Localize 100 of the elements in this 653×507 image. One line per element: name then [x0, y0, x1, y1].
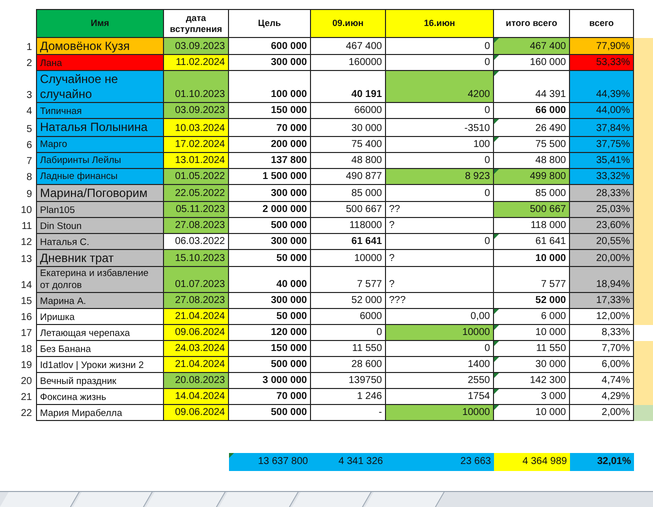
table-cell: 28,33%	[570, 184, 634, 202]
table-cell: 1400	[386, 357, 494, 374]
sheet-tab[interactable]	[218, 492, 299, 507]
table-cell: 600 000	[229, 38, 311, 56]
column-header: Имя	[36, 9, 164, 38]
table-cell: ?	[386, 218, 494, 234]
table-cell: 17.02.2024	[164, 136, 229, 153]
row-number: 13	[20, 253, 33, 268]
table-cell: Летающая черепаха	[36, 325, 164, 342]
row-number: 18	[20, 343, 33, 358]
table-cell: Лабиринты Лейлы	[36, 152, 164, 169]
table-cell: 75 400	[311, 136, 386, 153]
table-cell: 100 000	[229, 71, 311, 104]
table-cell: 01.07.2023	[164, 267, 229, 294]
table-cell: 70 000	[229, 389, 311, 406]
row-number: 7	[25, 154, 33, 169]
table-cell: 22.05.2022	[164, 184, 229, 202]
table-cell: 53,33%	[570, 55, 634, 72]
table-cell: 32,01%	[570, 453, 634, 472]
row-number: 8	[25, 170, 33, 185]
table-cell: 150 000	[229, 341, 311, 358]
table-cell: 3 000	[494, 389, 570, 406]
table-cell: Домовёнок Кузя	[36, 38, 164, 56]
table-cell: 23,60%	[570, 218, 634, 234]
sheet-tab[interactable]	[0, 492, 80, 507]
table-cell: 03.09.2023	[164, 38, 229, 56]
table-cell: 09.06.2024	[164, 405, 229, 422]
table-cell: 30 000	[494, 357, 570, 374]
table-cell: Мария Мирабелла	[36, 405, 164, 422]
table-cell: Марина/Поговорим	[36, 184, 164, 202]
table-cell: Наталья Полынина	[36, 119, 164, 137]
table-cell: 10000	[311, 250, 386, 268]
table-cell: 37,75%	[570, 136, 634, 153]
table-cell: 4 364 989	[494, 453, 570, 472]
table-cell: 500 000	[229, 405, 311, 422]
row-number: 19	[20, 359, 33, 374]
table-cell: 10000	[386, 405, 494, 422]
table-cell: 142 300	[494, 373, 570, 390]
row-number: 9	[25, 188, 33, 202]
table-cell: Наталья С.	[36, 234, 164, 250]
table-cell: Фоксина жизнь	[36, 389, 164, 406]
row-number: 11	[20, 220, 33, 234]
table-cell: 17,33%	[570, 293, 634, 310]
table-cell: 50 000	[229, 250, 311, 268]
sheet-tab[interactable]	[291, 492, 372, 507]
table-cell: 10 000	[494, 325, 570, 342]
table-cell: 13.01.2024	[164, 152, 229, 169]
table-cell: 4 341 326	[311, 453, 386, 472]
table-cell: 33,32%	[570, 168, 634, 185]
table-cell: 52 000	[311, 293, 386, 310]
table-cell: 300 000	[229, 234, 311, 250]
table-cell: -3510	[386, 119, 494, 137]
table-cell: 1 500 000	[229, 168, 311, 185]
table-cell: 35,41%	[570, 152, 634, 169]
table-cell: 03.09.2023	[164, 103, 229, 120]
table-cell: 10000	[386, 325, 494, 342]
table-cell: 3 000 000	[229, 373, 311, 390]
column-header: 16.июн	[386, 9, 494, 38]
table-cell: 0	[386, 103, 494, 120]
table-cell: 500 667	[311, 202, 386, 218]
table-cell: Типичная	[36, 103, 164, 120]
sheet-tab[interactable]	[145, 492, 226, 507]
column-header: 09.июн	[311, 9, 386, 38]
row-number: 1	[25, 41, 33, 56]
table-cell: 10 000	[494, 405, 570, 422]
table-cell: 20,55%	[570, 234, 634, 250]
table-cell: 20.08.2023	[164, 373, 229, 390]
table-cell: 8 923	[386, 168, 494, 185]
table-cell: 01.10.2023	[164, 71, 229, 104]
row-number: 15	[20, 295, 33, 310]
row-number: 17	[20, 327, 33, 342]
table-cell: 77,90%	[570, 38, 634, 56]
table-cell: 13 637 800	[229, 453, 311, 472]
table-cell: 50 000	[229, 309, 311, 326]
table-cell: 05.11.2023	[164, 202, 229, 218]
sheet-tab[interactable]	[72, 492, 153, 507]
table-cell: 27.08.2023	[164, 218, 229, 234]
table-cell: 14.04.2024	[164, 389, 229, 406]
table-cell: 100	[386, 136, 494, 153]
table-cell: 0	[386, 234, 494, 250]
table-cell: 23 663	[386, 453, 494, 472]
table-cell: 300 000	[229, 293, 311, 310]
row-number: 22	[20, 407, 33, 422]
table-cell: 500 000	[229, 218, 311, 234]
table-cell: 500 000	[229, 357, 311, 374]
table-cell: 11.02.2024	[164, 55, 229, 72]
table-cell: 2 000 000	[229, 202, 311, 218]
table-cell: 20,00%	[570, 250, 634, 268]
row-number: 3	[25, 89, 33, 104]
table-cell: 24.03.2024	[164, 341, 229, 358]
table-cell: ???	[386, 293, 494, 310]
table-cell: 4200	[386, 71, 494, 104]
table-cell: 139750	[311, 373, 386, 390]
sheet-tab[interactable]	[364, 492, 445, 507]
table-cell: 30 000	[311, 119, 386, 137]
table-cell: 15.10.2023	[164, 250, 229, 268]
table-cell: 44,39%	[570, 71, 634, 104]
row-number: 16	[20, 311, 33, 326]
row-number: 12	[20, 236, 33, 250]
table-cell: Без Банана	[36, 341, 164, 358]
